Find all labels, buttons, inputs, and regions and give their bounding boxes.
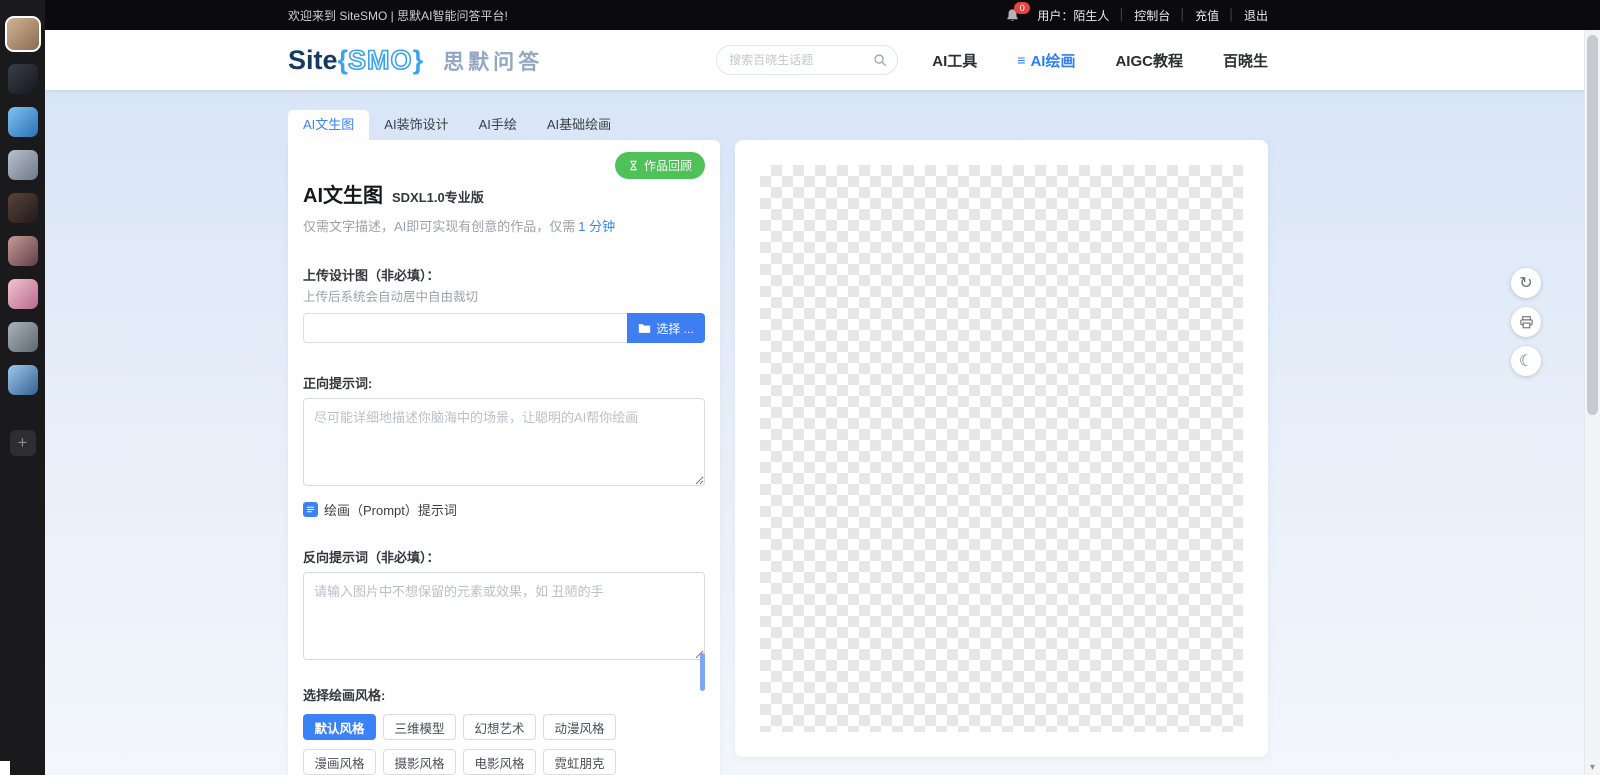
main-area: AI文生图 AI装饰设计 AI手绘 AI基础绘画 作品回顾 AI文生图 SDXL… — [45, 90, 1600, 775]
search-icon[interactable] — [873, 53, 887, 67]
tab-basic-paint[interactable]: AI基础绘画 — [532, 110, 626, 140]
choose-file-button[interactable]: 选择 ... — [627, 313, 705, 343]
preview-canvas — [760, 165, 1243, 732]
console-link[interactable]: 控制台 — [1134, 7, 1170, 24]
logout-link[interactable]: 退出 — [1244, 7, 1268, 24]
welcome-text: 欢迎来到 SiteSMO | 思默AI智能问答平台! — [288, 8, 508, 23]
menu-icon: ≡ — [1017, 52, 1026, 68]
subtitle-text: 仅需文字描述，AI即可实现有创意的作品，仅需 — [303, 219, 576, 234]
style-options: 默认风格 三维模型 幻想艺术 动漫风格 漫画风格 摄影风格 电影风格 霓虹朋克 — [303, 714, 633, 775]
workspace-avatar[interactable] — [7, 64, 38, 94]
divider: │ — [1179, 9, 1187, 21]
works-review-button[interactable]: 作品回顾 — [614, 152, 705, 179]
printer-button[interactable] — [1511, 307, 1541, 337]
topbar: 欢迎来到 SiteSMO | 思默AI智能问答平台! 0 用户：陌生人 │ 控制… — [45, 0, 1600, 30]
workspace-avatar[interactable] — [7, 107, 38, 137]
style-button-3d[interactable]: 三维模型 — [383, 714, 456, 740]
search-input[interactable] — [727, 52, 868, 68]
prompt-help-link[interactable]: 绘画（Prompt）提示词 — [303, 500, 705, 519]
scrollbar-down-arrow[interactable]: ▾ — [1585, 762, 1600, 773]
workspace-avatar[interactable] — [7, 150, 38, 180]
model-version: SDXL1.0专业版 — [392, 190, 484, 205]
nav-item-baixiaosheng[interactable]: 百晓生 — [1223, 50, 1268, 71]
add-workspace-button[interactable]: + — [9, 430, 36, 456]
choose-file-label: 选择 ... — [656, 321, 694, 336]
style-button-neonpunk[interactable]: 霓虹朋克 — [543, 749, 616, 775]
style-button-fantasy[interactable]: 幻想艺术 — [463, 714, 536, 740]
preview-card — [735, 140, 1268, 757]
recharge-link[interactable]: 充值 — [1195, 7, 1219, 24]
site-logo[interactable]: Site { SMO } 思默问答 — [288, 44, 544, 76]
tab-hand-draw[interactable]: AI手绘 — [464, 110, 532, 140]
nav-label: AIGC教程 — [1115, 52, 1183, 70]
positive-prompt-textarea[interactable] — [303, 398, 705, 486]
refresh-button[interactable]: ↻ — [1511, 268, 1541, 298]
logo-brace: { — [337, 44, 349, 75]
vertical-scrollbar-thumb[interactable] — [1587, 35, 1598, 415]
workspace-avatar[interactable] — [7, 279, 38, 309]
notification-badge: 0 — [1014, 1, 1031, 14]
works-review-label: 作品回顾 — [643, 159, 692, 173]
search-box — [716, 45, 899, 75]
divider: │ — [1118, 9, 1126, 21]
workspace-avatar[interactable] — [7, 193, 38, 223]
nav-item-ai-tools[interactable]: AI工具 — [932, 50, 977, 71]
nav-label: AI绘画 — [1030, 52, 1076, 70]
style-section-label: 选择绘画风格: — [303, 688, 386, 703]
negative-prompt-textarea[interactable] — [303, 572, 705, 660]
page-title: AI文生图 — [303, 185, 383, 207]
logo-site-text: Site — [288, 44, 338, 75]
tab-decor-design[interactable]: AI装饰设计 — [369, 110, 463, 140]
style-button-comic[interactable]: 漫画风格 — [303, 749, 376, 775]
divider: │ — [1228, 9, 1235, 21]
scrollbar-corner — [0, 761, 10, 775]
site-header: Site { SMO } 思默问答 AI工具 ≡ AI绘画 AIGC教程 百晓生 — [45, 30, 1600, 90]
upload-hint: 上传后系统会自动居中自由裁切 — [303, 290, 479, 304]
nav-label: 百晓生 — [1222, 52, 1268, 70]
upload-file-input[interactable] — [303, 313, 627, 343]
dark-mode-button[interactable]: ☾ — [1511, 346, 1541, 376]
prompt-help-label: 绘画（Prompt）提示词 — [324, 503, 457, 518]
user-label[interactable]: 用户：陌生人 — [1037, 7, 1109, 24]
refresh-icon: ↻ — [1519, 275, 1533, 292]
vertical-scrollbar: ▾ — [1584, 30, 1600, 775]
workspace-avatar[interactable] — [7, 322, 38, 352]
form-scrollbar-thumb[interactable] — [700, 653, 705, 691]
tab-text-to-image[interactable]: AI文生图 — [288, 110, 370, 140]
logo-smo-text: SMO — [347, 44, 413, 76]
folder-icon — [639, 323, 651, 333]
nav-label: AI工具 — [932, 52, 978, 70]
nav-item-ai-paint[interactable]: ≡ AI绘画 — [1017, 50, 1075, 71]
subtitle-highlight: 1 分钟 — [578, 219, 616, 234]
feature-tabs: AI文生图 AI装饰设计 AI手绘 AI基础绘画 — [288, 110, 1268, 140]
positive-prompt-label: 正向提示词: — [303, 376, 373, 391]
hourglass-icon — [630, 160, 637, 171]
workspace-avatar[interactable] — [4, 16, 41, 52]
moon-icon: ☾ — [1518, 353, 1534, 370]
workspace-avatar[interactable] — [7, 365, 38, 395]
logo-brace: } — [412, 44, 424, 75]
style-button-anime[interactable]: 动漫风格 — [543, 714, 616, 740]
generation-form-card: 作品回顾 AI文生图 SDXL1.0专业版 仅需文字描述，AI即可实现有创意的作… — [288, 140, 720, 775]
logo-cn-text: 思默问答 — [443, 50, 544, 74]
main-nav: AI工具 ≡ AI绘画 AIGC教程 百晓生 — [932, 50, 1268, 71]
page-subtitle: 仅需文字描述，AI即可实现有创意的作品，仅需 1 分钟 — [303, 216, 705, 235]
negative-prompt-label: 反向提示词（非必填）： — [303, 550, 440, 565]
style-button-default[interactable]: 默认风格 — [303, 714, 376, 740]
workspace-avatar[interactable] — [7, 236, 38, 266]
style-button-film[interactable]: 电影风格 — [463, 749, 536, 775]
style-button-photo[interactable]: 摄影风格 — [383, 749, 456, 775]
printer-icon — [1519, 315, 1533, 328]
notification-bell-icon[interactable]: 0 — [1005, 1, 1031, 23]
upload-label: 上传设计图（非必填）： — [303, 268, 440, 283]
workspace-sidebar: + — [0, 0, 45, 775]
prompt-icon — [303, 502, 318, 517]
nav-item-aigc-tutorial[interactable]: AIGC教程 — [1115, 50, 1183, 71]
